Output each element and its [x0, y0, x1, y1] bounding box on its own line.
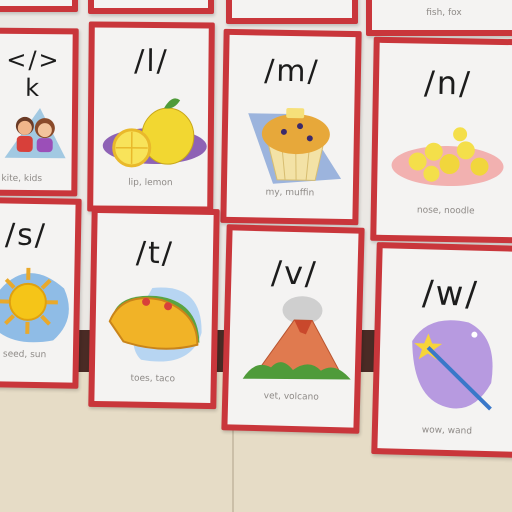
- card-k: </> k kite, kids: [0, 27, 79, 197]
- noodles-picture: [391, 127, 504, 187]
- card-caption: vet, volcano: [263, 391, 319, 403]
- card-w: /w/ wow, wand: [371, 242, 512, 458]
- card-sound: /w/: [421, 273, 480, 315]
- card-sound: /l/: [134, 43, 169, 80]
- sun-picture: [0, 267, 69, 343]
- card-partial-2: [88, 0, 214, 14]
- card-partial-1: [0, 0, 78, 12]
- card-sound: </> k: [6, 45, 61, 103]
- card-s: /s/ seed, sun: [0, 197, 82, 389]
- wand-picture: [412, 320, 493, 411]
- card-t: /t/ toes, taco: [88, 206, 220, 410]
- card-caption: my, muffin: [265, 187, 315, 199]
- card-caption: toes, taco: [130, 373, 176, 385]
- lemon-picture: [102, 98, 207, 168]
- card-partial-3: [226, 0, 358, 24]
- muffin-picture: [248, 107, 342, 184]
- card-caption: fish, fox: [426, 8, 462, 18]
- kids-picture: [4, 108, 66, 159]
- taco-picture: [108, 287, 202, 362]
- card-l: /l/ lip, lemon: [87, 21, 215, 213]
- card-caption: kite, kids: [1, 173, 43, 185]
- card-fish-fox: fish, fox: [366, 0, 512, 36]
- card-n: /n/ nose, noodle: [370, 36, 512, 244]
- card-v: /v/ vet, volcano: [221, 224, 365, 434]
- card-caption: wow, wand: [421, 425, 473, 437]
- card-sound: /t/: [135, 235, 175, 272]
- card-caption: lip, lemon: [128, 177, 173, 189]
- volcano-picture: [242, 296, 351, 380]
- card-sound: /v/: [270, 253, 319, 293]
- card-m: /m/ my, muffin: [220, 28, 362, 226]
- card-sound: /n/: [423, 63, 473, 103]
- card-sound: /s/: [4, 217, 48, 254]
- card-sound: /m/: [263, 53, 320, 90]
- card-caption: nose, noodle: [416, 205, 475, 217]
- card-caption: seed, sun: [2, 349, 47, 361]
